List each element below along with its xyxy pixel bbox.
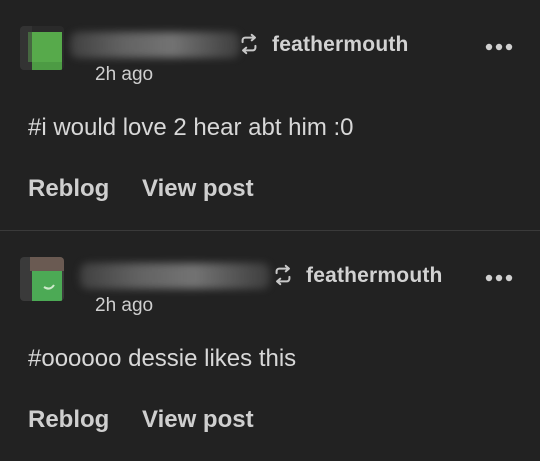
reblog-button[interactable]: Reblog	[28, 175, 109, 203]
more-options-icon[interactable]	[484, 273, 514, 283]
blurred-blog-name	[80, 263, 270, 289]
avatar[interactable]	[20, 257, 64, 301]
view-post-button[interactable]: View post	[142, 175, 254, 203]
tags-text: #oooooo dessie likes this	[28, 345, 297, 372]
username-link[interactable]: feathermouth	[306, 264, 443, 288]
tags-text: #i would love 2 hear abt him :0	[28, 114, 354, 141]
post-timestamp: 2h ago	[95, 64, 154, 85]
reblog-icon	[275, 264, 291, 286]
username-link[interactable]: feathermouth	[272, 33, 409, 57]
view-post-button[interactable]: View post	[142, 406, 254, 434]
reblog-button[interactable]: Reblog	[28, 406, 109, 434]
avatar[interactable]	[20, 26, 64, 70]
reblog-note-card: feathermouth 2h ago #i would love 2 hear…	[0, 0, 540, 230]
post-timestamp: 2h ago	[95, 295, 154, 316]
more-options-icon[interactable]	[484, 42, 514, 52]
reblog-note-card: feathermouth 2h ago #oooooo dessie likes…	[0, 231, 540, 461]
blurred-blog-name	[70, 32, 240, 58]
reblog-icon	[241, 33, 257, 55]
